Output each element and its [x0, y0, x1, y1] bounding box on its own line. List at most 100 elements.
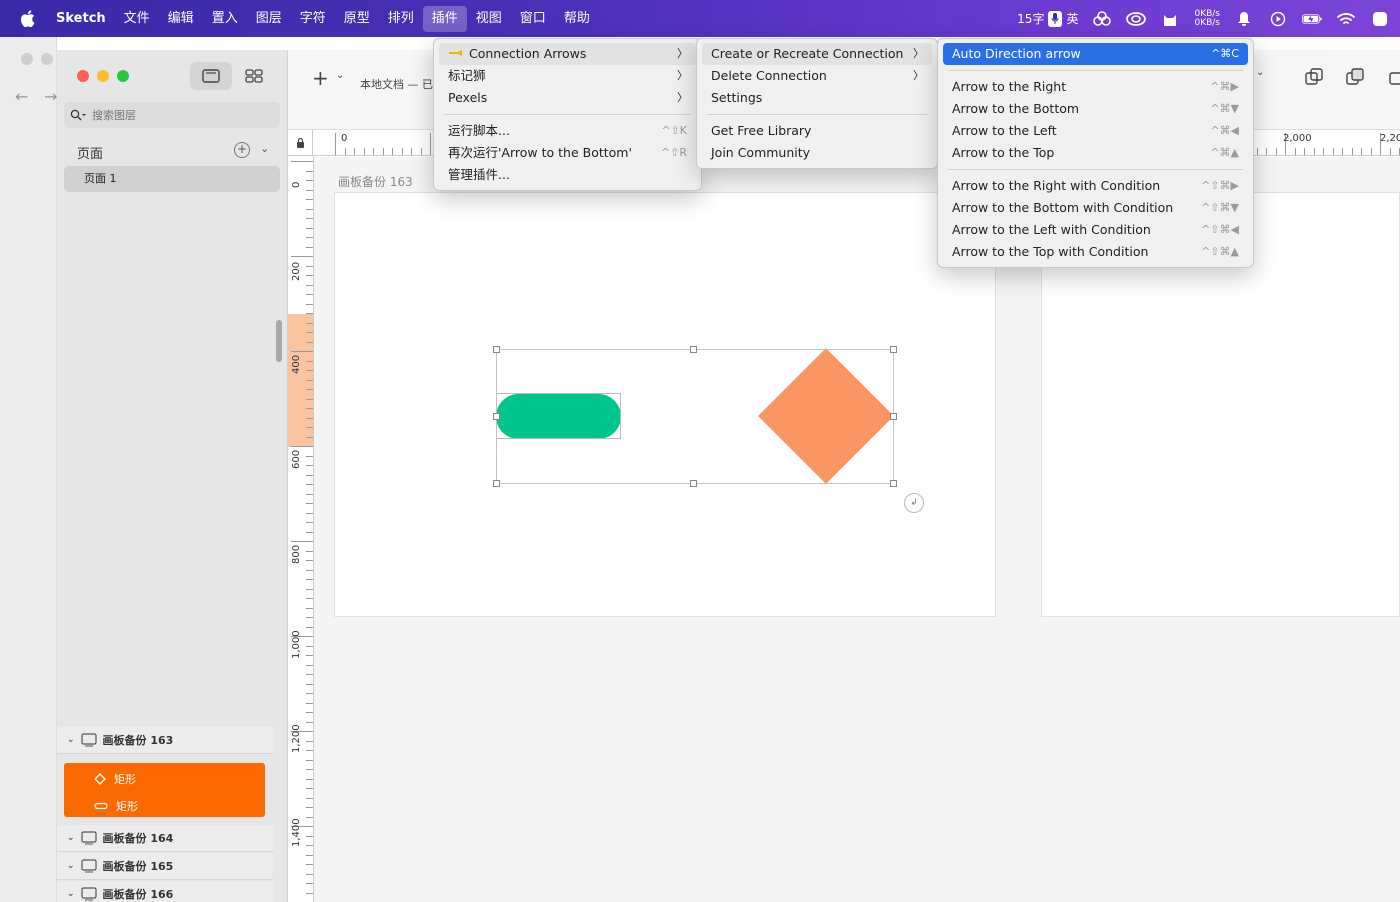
menu-item-join-community[interactable]: Join Community: [702, 142, 932, 164]
resize-handle-top-right[interactable]: [890, 346, 897, 353]
back-arrow-icon[interactable]: ←: [15, 87, 28, 106]
menu-view[interactable]: 视图: [467, 6, 511, 32]
menu-arrange[interactable]: 排列: [379, 6, 423, 32]
menu-item-arrow-right-condition[interactable]: Arrow to the Right with Condition ^⇧⌘▶: [943, 175, 1248, 197]
menu-item-manage-plugins[interactable]: 管理插件...: [439, 164, 696, 186]
menu-insert[interactable]: 置入: [203, 6, 247, 32]
ruler-tick: [306, 569, 313, 571]
subtract-icon[interactable]: [1345, 67, 1367, 87]
selection-bounding-box[interactable]: [496, 349, 894, 484]
sidebar-scrollbar[interactable]: [276, 320, 282, 362]
layers-view-toggle[interactable]: [190, 62, 232, 90]
layer-artboard-164[interactable]: ⌄ 画板备份 164: [57, 825, 273, 852]
menu-item-pexels[interactable]: Pexels 〉: [439, 87, 696, 109]
menu-item-label: Arrow to the Right with Condition: [952, 178, 1161, 193]
microphone-icon: [1048, 10, 1063, 27]
layer-diamond-rectangle[interactable]: 矩形: [94, 771, 136, 787]
resize-handle-top[interactable]: [690, 346, 697, 353]
menu-item-run-script[interactable]: 运行脚本... ^⇧K: [439, 120, 696, 142]
apple-icon[interactable]: [18, 10, 36, 28]
cat-icon[interactable]: [1160, 11, 1180, 27]
window-minimize-button[interactable]: [97, 70, 109, 82]
menu-item-arrow-left[interactable]: Arrow to the Left ^⌘◀: [943, 120, 1248, 142]
window-close-button[interactable]: [77, 70, 89, 82]
artboard-163[interactable]: ↲: [334, 192, 996, 617]
menu-text[interactable]: 字符: [291, 6, 335, 32]
menu-item-arrow-left-condition[interactable]: Arrow to the Left with Condition ^⇧⌘◀: [943, 219, 1248, 241]
menu-edit[interactable]: 编辑: [159, 6, 203, 32]
cloud-sync-icon[interactable]: [1092, 10, 1112, 27]
layer-pill-rectangle[interactable]: 矩形: [94, 798, 138, 814]
creative-cloud-icon[interactable]: [1126, 11, 1147, 27]
components-view-toggle[interactable]: [233, 62, 275, 90]
layer-artboard-165[interactable]: ⌄ 画板备份 165: [57, 853, 273, 880]
menu-layer[interactable]: 图层: [247, 6, 291, 32]
wifi-icon[interactable]: [1336, 11, 1356, 27]
ruler-tick: [291, 351, 313, 352]
menu-item-create-connection[interactable]: Create or Recreate Connection 〉: [702, 43, 932, 65]
layer-artboard-166[interactable]: ⌄ 画板备份 166: [57, 881, 273, 902]
menu-plugins[interactable]: 插件: [422, 5, 467, 32]
add-page-icon[interactable]: +: [234, 142, 250, 158]
intersect-icon[interactable]: [1388, 67, 1400, 87]
toolbar-chevron-down-icon[interactable]: ⌄: [1256, 67, 1278, 87]
menu-item-arrow-bottom-condition[interactable]: Arrow to the Bottom with Condition ^⇧⌘▼: [943, 197, 1248, 219]
selected-layers-group[interactable]: 矩形 矩形: [64, 763, 265, 817]
page-item-1[interactable]: 页面 1: [64, 166, 280, 192]
resize-handle-bottom[interactable]: [690, 480, 697, 487]
layer-search[interactable]: [64, 102, 280, 128]
menu-item-get-free-library[interactable]: Get Free Library: [702, 120, 932, 142]
resize-handle-right[interactable]: [890, 413, 897, 420]
menu-item-arrow-top[interactable]: Arrow to the Top ^⌘▲: [943, 142, 1248, 164]
artboard-icon: [80, 887, 97, 901]
battery-charging-icon[interactable]: [1302, 11, 1322, 27]
layer-artboard-163[interactable]: ⌄ 画板备份 163: [57, 727, 273, 754]
menu-item-arrow-bottom[interactable]: Arrow to the Bottom ^⌘▼: [943, 98, 1248, 120]
menu-item-biaojishi[interactable]: 标记狮 〉: [439, 65, 696, 87]
chevron-down-icon[interactable]: ⌄: [67, 833, 75, 843]
menu-item-connection-arrows[interactable]: Connection Arrows 〉: [439, 43, 696, 65]
input-method[interactable]: 15字 英: [1017, 10, 1078, 27]
resize-handle-bottom-left[interactable]: [493, 480, 500, 487]
ruler-tick: [1266, 148, 1267, 155]
canvas[interactable]: 画板备份 163 ↲: [314, 157, 1400, 902]
menu-window[interactable]: 窗口: [511, 6, 555, 32]
pages-collapse-chevron-icon[interactable]: ⌄: [260, 142, 269, 155]
play-icon[interactable]: [1268, 11, 1288, 27]
vertical-ruler[interactable]: 0 200 400 600 800 1,000 1,200 1,400: [288, 156, 314, 902]
forward-arrow-icon[interactable]: →: [44, 87, 57, 106]
ruler-lock-icon[interactable]: [288, 130, 313, 156]
ruler-tick: [291, 256, 313, 257]
menu-app-sketch[interactable]: Sketch: [52, 6, 115, 32]
window-maximize-button[interactable]: [117, 70, 129, 82]
chevron-down-icon[interactable]: ⌄: [67, 735, 75, 745]
menu-file[interactable]: 文件: [115, 6, 159, 32]
menu-item-arrow-top-condition[interactable]: Arrow to the Top with Condition ^⇧⌘▲: [943, 241, 1248, 263]
ruler-tick: [306, 788, 313, 789]
artboard-label[interactable]: 画板备份 163: [338, 173, 413, 190]
ruler-tick: [306, 892, 313, 894]
menu-help[interactable]: 帮助: [555, 6, 599, 32]
insert-chevron-down-icon[interactable]: ⌄: [336, 70, 344, 81]
insert-plus-icon[interactable]: +: [312, 66, 329, 90]
menu-item-auto-direction-arrow[interactable]: Auto Direction arrow ^⌘C: [943, 43, 1248, 65]
menu-item-delete-connection[interactable]: Delete Connection 〉: [702, 65, 932, 87]
union-icon[interactable]: [1304, 67, 1326, 87]
menu-separator: [948, 169, 1243, 170]
menu-shortcut: ^⌘C: [1211, 47, 1239, 60]
ruler-tick: [411, 148, 412, 155]
menu-item-rerun-plugin[interactable]: 再次运行'Arrow to the Bottom' ^⇧R: [439, 142, 696, 164]
layer-search-input[interactable]: [92, 108, 262, 122]
chevron-down-icon[interactable]: ⌄: [67, 889, 75, 899]
notification-bell-icon[interactable]: [1234, 11, 1254, 27]
resize-handle-bottom-right[interactable]: [890, 480, 897, 487]
rotate-handle-icon[interactable]: ↲: [904, 493, 924, 513]
menu-item-settings[interactable]: Settings: [702, 87, 932, 109]
resize-handle-top-left[interactable]: [493, 346, 500, 353]
control-center-icon[interactable]: [1370, 11, 1390, 27]
menu-prototype[interactable]: 原型: [335, 6, 379, 32]
chevron-down-icon[interactable]: ⌄: [67, 861, 75, 871]
submenu-chevron-right-icon: 〉: [677, 69, 688, 82]
menu-item-arrow-right[interactable]: Arrow to the Right ^⌘▶: [943, 76, 1248, 98]
resize-handle-left[interactable]: [493, 413, 500, 420]
